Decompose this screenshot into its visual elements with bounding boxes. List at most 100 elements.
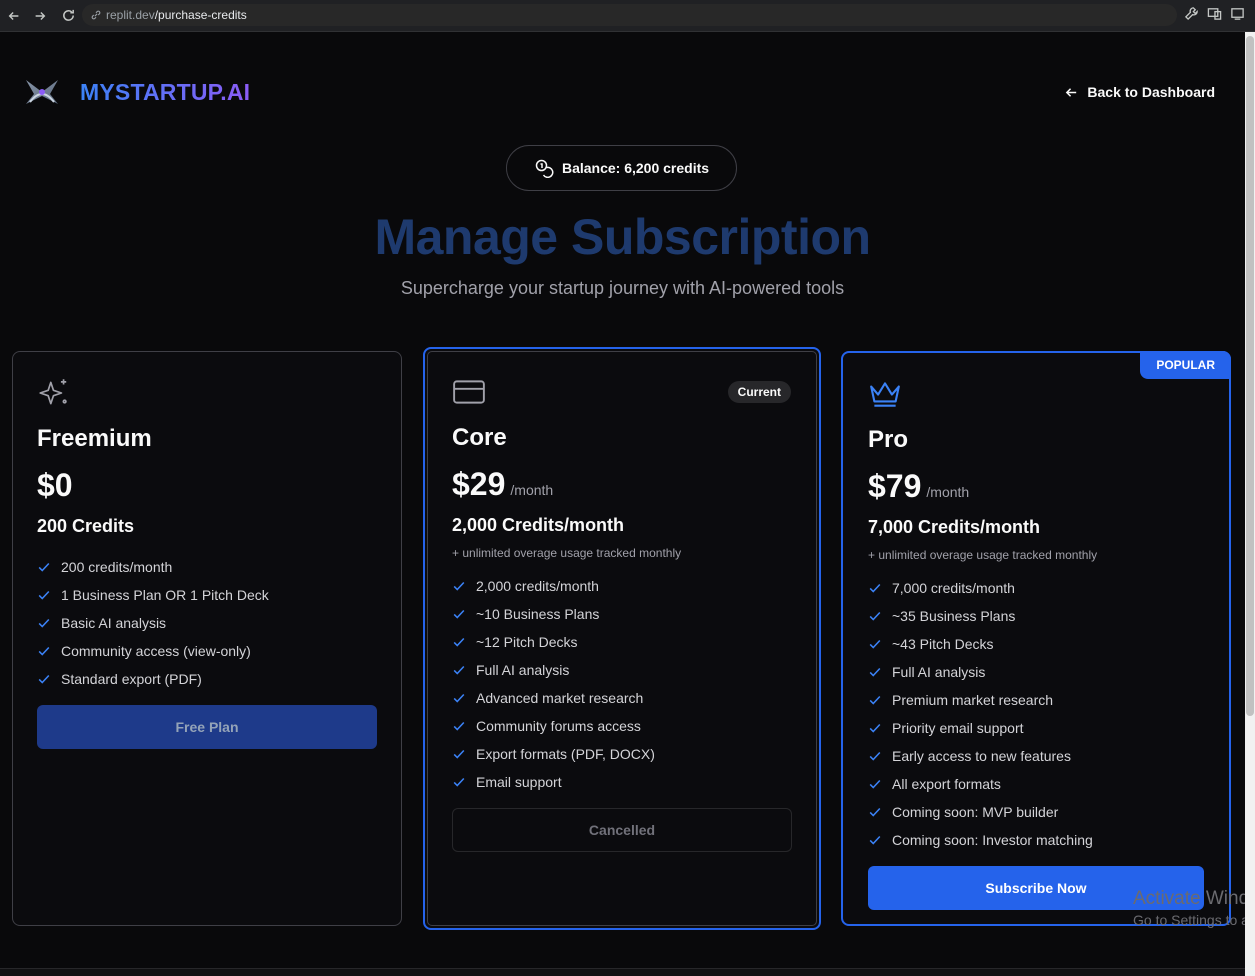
check-icon xyxy=(869,667,881,677)
page-title: Manage Subscription xyxy=(374,209,871,265)
plan-credits: 7,000 Credits/month xyxy=(868,517,1041,537)
brand-logo[interactable]: MYSTARTUP.AI xyxy=(20,72,250,112)
popular-badge: POPULAR xyxy=(1140,351,1231,379)
feature-label: Full AI analysis xyxy=(892,664,986,680)
feature-label: ~10 Business Plans xyxy=(476,606,600,622)
check-icon xyxy=(869,779,881,789)
coins-icon xyxy=(535,159,554,178)
feature-label: Early access to new features xyxy=(892,748,1071,764)
check-icon xyxy=(869,639,881,649)
check-icon xyxy=(453,609,465,619)
watermark-subtitle: Go to Settings to activate Windows. xyxy=(1133,912,1245,928)
check-icon xyxy=(38,674,50,684)
activate-windows-watermark: Activate Windows Go to Settings to activ… xyxy=(1133,888,1245,928)
check-icon xyxy=(453,693,465,703)
current-badge: Current xyxy=(727,381,791,403)
feature-label: Community forums access xyxy=(476,718,641,734)
plan-card-core: Current Core $29 /month 2,000 Credits/mo… xyxy=(423,347,821,930)
feature-label: ~43 Pitch Decks xyxy=(892,636,994,652)
check-icon xyxy=(453,749,465,759)
plan-card-pro: POPULAR Pro $79 /month 7,000 Credits/mon… xyxy=(841,351,1231,926)
plan-period: /month xyxy=(510,482,554,498)
logo-mark-icon xyxy=(26,80,58,104)
plan-price: $29 xyxy=(452,466,506,502)
feature-item: Coming soon: Investor matching xyxy=(868,826,1204,854)
feature-item: 200 credits/month xyxy=(37,553,377,581)
browser-toolbar: replit.dev/purchase-credits xyxy=(0,0,1255,32)
cancelled-button[interactable]: Cancelled xyxy=(452,808,792,852)
feature-item: Community forums access xyxy=(452,712,792,740)
check-icon xyxy=(869,611,881,621)
feature-item: 7,000 credits/month xyxy=(868,574,1204,602)
wrench-icon[interactable] xyxy=(1184,6,1199,26)
feature-list: 200 credits/month 1 Business Plan OR 1 P… xyxy=(37,553,377,693)
plan-name: Pro xyxy=(868,426,909,453)
feature-label: Basic AI analysis xyxy=(61,615,167,631)
feature-item: ~10 Business Plans xyxy=(452,600,792,628)
check-icon xyxy=(869,807,881,817)
brand-name: MYSTARTUP.AI xyxy=(80,78,251,105)
feature-item: Full AI analysis xyxy=(868,658,1204,686)
feature-item: All export formats xyxy=(868,770,1204,798)
check-icon xyxy=(869,751,881,761)
check-icon xyxy=(869,583,881,593)
feature-item: ~35 Business Plans xyxy=(868,602,1204,630)
page-bottom-edge xyxy=(0,968,1245,976)
feature-label: 7,000 credits/month xyxy=(892,580,1015,596)
arrow-left-icon xyxy=(1066,87,1077,97)
feature-label: Standard export (PDF) xyxy=(61,671,202,687)
feature-item: Premium market research xyxy=(868,686,1204,714)
feature-item: Standard export (PDF) xyxy=(37,665,377,693)
check-icon xyxy=(869,835,881,845)
site-info-icon[interactable] xyxy=(90,9,102,21)
feature-label: Advanced market research xyxy=(476,690,644,706)
check-icon xyxy=(453,637,465,647)
check-icon xyxy=(869,723,881,733)
cast-icon[interactable] xyxy=(1230,6,1245,26)
feature-item: Advanced market research xyxy=(452,684,792,712)
plan-period: /month xyxy=(926,484,970,500)
feature-item: ~43 Pitch Decks xyxy=(868,630,1204,658)
plan-price: $0 xyxy=(37,467,73,503)
check-icon xyxy=(453,665,465,675)
back-arrow-icon[interactable] xyxy=(0,2,28,30)
watermark-title: Activate Windows xyxy=(1133,888,1245,909)
free-plan-button[interactable]: Free Plan xyxy=(37,705,377,749)
forward-arrow-icon[interactable] xyxy=(26,2,54,30)
overage-note: + unlimited overage usage tracked monthl… xyxy=(452,546,682,560)
credit-card-icon xyxy=(453,380,485,404)
devices-icon[interactable] xyxy=(1207,6,1222,26)
plan-price: $79 xyxy=(868,468,922,504)
check-icon xyxy=(453,721,465,731)
feature-item: ~12 Pitch Decks xyxy=(452,628,792,656)
feature-label: Full AI analysis xyxy=(476,662,570,678)
credit-balance-pill: Balance: 6,200 credits xyxy=(506,145,737,191)
url-host: replit.dev xyxy=(106,8,155,22)
url-path: /purchase-credits xyxy=(154,8,247,22)
check-icon xyxy=(38,618,50,628)
credit-balance-label: Balance: 6,200 credits xyxy=(561,160,710,176)
plan-card-freemium: Freemium $0 200 Credits 200 credits/mont… xyxy=(12,351,402,926)
reload-icon[interactable] xyxy=(54,1,82,29)
feature-item: Export formats (PDF, DOCX) xyxy=(452,740,792,768)
back-to-dashboard-link[interactable]: Back to Dashboard xyxy=(1064,84,1215,100)
back-to-dashboard-label: Back to Dashboard xyxy=(1087,84,1215,100)
feature-item: Coming soon: MVP builder xyxy=(868,798,1204,826)
check-icon xyxy=(869,695,881,705)
scrollbar-thumb[interactable] xyxy=(1246,36,1254,716)
feature-label: Coming soon: MVP builder xyxy=(892,804,1059,820)
check-icon xyxy=(453,777,465,787)
feature-label: All export formats xyxy=(892,776,1001,792)
feature-label: 2,000 credits/month xyxy=(476,578,599,594)
feature-item: Email support xyxy=(452,768,792,796)
feature-list: 7,000 credits/month ~35 Business Plans ~… xyxy=(868,574,1204,854)
check-icon xyxy=(38,590,50,600)
plan-name: Core xyxy=(452,424,507,451)
address-bar[interactable]: replit.dev/purchase-credits xyxy=(82,4,1177,26)
feature-item: Basic AI analysis xyxy=(37,609,377,637)
feature-list: 2,000 credits/month ~10 Business Plans ~… xyxy=(452,572,792,796)
feature-item: Priority email support xyxy=(868,714,1204,742)
feature-label: Priority email support xyxy=(892,720,1024,736)
sparkles-icon xyxy=(39,379,67,405)
check-icon xyxy=(453,581,465,591)
